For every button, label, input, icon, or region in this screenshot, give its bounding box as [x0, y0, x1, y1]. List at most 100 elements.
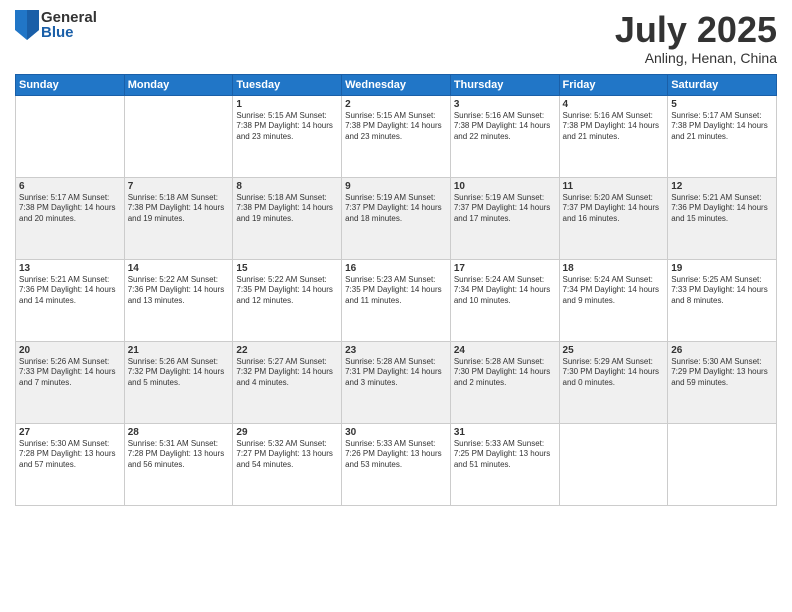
calendar-day-cell: [124, 95, 233, 177]
day-info: Sunrise: 5:21 AM Sunset: 7:36 PM Dayligh…: [19, 275, 121, 307]
day-info: Sunrise: 5:15 AM Sunset: 7:38 PM Dayligh…: [345, 111, 447, 143]
calendar-day-cell: 22Sunrise: 5:27 AM Sunset: 7:32 PM Dayli…: [233, 341, 342, 423]
day-number: 25: [563, 345, 665, 356]
calendar-day-cell: 16Sunrise: 5:23 AM Sunset: 7:35 PM Dayli…: [342, 259, 451, 341]
day-info: Sunrise: 5:17 AM Sunset: 7:38 PM Dayligh…: [671, 111, 773, 143]
day-info: Sunrise: 5:25 AM Sunset: 7:33 PM Dayligh…: [671, 275, 773, 307]
calendar-day-cell: 31Sunrise: 5:33 AM Sunset: 7:25 PM Dayli…: [450, 423, 559, 505]
day-info: Sunrise: 5:22 AM Sunset: 7:35 PM Dayligh…: [236, 275, 338, 307]
day-info: Sunrise: 5:33 AM Sunset: 7:26 PM Dayligh…: [345, 439, 447, 471]
day-number: 12: [671, 181, 773, 192]
day-info: Sunrise: 5:18 AM Sunset: 7:38 PM Dayligh…: [236, 193, 338, 225]
calendar-week-row: 1Sunrise: 5:15 AM Sunset: 7:38 PM Daylig…: [16, 95, 777, 177]
day-number: 1: [236, 99, 338, 110]
calendar-day-cell: 4Sunrise: 5:16 AM Sunset: 7:38 PM Daylig…: [559, 95, 668, 177]
day-number: 2: [345, 99, 447, 110]
day-number: 6: [19, 181, 121, 192]
day-number: 22: [236, 345, 338, 356]
month-title: July 2025: [615, 10, 777, 50]
day-info: Sunrise: 5:26 AM Sunset: 7:32 PM Dayligh…: [128, 357, 230, 389]
calendar: SundayMondayTuesdayWednesdayThursdayFrid…: [15, 74, 777, 506]
calendar-day-cell: 26Sunrise: 5:30 AM Sunset: 7:29 PM Dayli…: [668, 341, 777, 423]
day-info: Sunrise: 5:24 AM Sunset: 7:34 PM Dayligh…: [563, 275, 665, 307]
day-info: Sunrise: 5:31 AM Sunset: 7:28 PM Dayligh…: [128, 439, 230, 471]
day-info: Sunrise: 5:22 AM Sunset: 7:36 PM Dayligh…: [128, 275, 230, 307]
calendar-day-cell: 9Sunrise: 5:19 AM Sunset: 7:37 PM Daylig…: [342, 177, 451, 259]
day-number: 5: [671, 99, 773, 110]
day-number: 4: [563, 99, 665, 110]
calendar-weekday-header: Friday: [559, 74, 668, 95]
calendar-day-cell: 27Sunrise: 5:30 AM Sunset: 7:28 PM Dayli…: [16, 423, 125, 505]
calendar-week-row: 27Sunrise: 5:30 AM Sunset: 7:28 PM Dayli…: [16, 423, 777, 505]
logo-blue: Blue: [41, 25, 97, 40]
calendar-day-cell: 21Sunrise: 5:26 AM Sunset: 7:32 PM Dayli…: [124, 341, 233, 423]
calendar-day-cell: 30Sunrise: 5:33 AM Sunset: 7:26 PM Dayli…: [342, 423, 451, 505]
calendar-day-cell: 10Sunrise: 5:19 AM Sunset: 7:37 PM Dayli…: [450, 177, 559, 259]
day-info: Sunrise: 5:32 AM Sunset: 7:27 PM Dayligh…: [236, 439, 338, 471]
calendar-day-cell: 20Sunrise: 5:26 AM Sunset: 7:33 PM Dayli…: [16, 341, 125, 423]
day-number: 7: [128, 181, 230, 192]
day-number: 27: [19, 427, 121, 438]
day-info: Sunrise: 5:29 AM Sunset: 7:30 PM Dayligh…: [563, 357, 665, 389]
calendar-day-cell: 19Sunrise: 5:25 AM Sunset: 7:33 PM Dayli…: [668, 259, 777, 341]
day-info: Sunrise: 5:20 AM Sunset: 7:37 PM Dayligh…: [563, 193, 665, 225]
calendar-day-cell: 11Sunrise: 5:20 AM Sunset: 7:37 PM Dayli…: [559, 177, 668, 259]
day-number: 9: [345, 181, 447, 192]
calendar-header-row: SundayMondayTuesdayWednesdayThursdayFrid…: [16, 74, 777, 95]
day-info: Sunrise: 5:28 AM Sunset: 7:30 PM Dayligh…: [454, 357, 556, 389]
calendar-day-cell: 5Sunrise: 5:17 AM Sunset: 7:38 PM Daylig…: [668, 95, 777, 177]
day-info: Sunrise: 5:30 AM Sunset: 7:28 PM Dayligh…: [19, 439, 121, 471]
calendar-day-cell: 15Sunrise: 5:22 AM Sunset: 7:35 PM Dayli…: [233, 259, 342, 341]
day-info: Sunrise: 5:15 AM Sunset: 7:38 PM Dayligh…: [236, 111, 338, 143]
day-number: 26: [671, 345, 773, 356]
day-number: 8: [236, 181, 338, 192]
calendar-weekday-header: Tuesday: [233, 74, 342, 95]
calendar-weekday-header: Monday: [124, 74, 233, 95]
logo-icon: [15, 10, 39, 40]
calendar-weekday-header: Saturday: [668, 74, 777, 95]
header: General Blue July 2025 Anling, Henan, Ch…: [15, 10, 777, 66]
calendar-week-row: 13Sunrise: 5:21 AM Sunset: 7:36 PM Dayli…: [16, 259, 777, 341]
day-info: Sunrise: 5:24 AM Sunset: 7:34 PM Dayligh…: [454, 275, 556, 307]
day-number: 3: [454, 99, 556, 110]
calendar-day-cell: [559, 423, 668, 505]
title-block: July 2025 Anling, Henan, China: [615, 10, 777, 66]
day-number: 29: [236, 427, 338, 438]
day-info: Sunrise: 5:26 AM Sunset: 7:33 PM Dayligh…: [19, 357, 121, 389]
calendar-week-row: 6Sunrise: 5:17 AM Sunset: 7:38 PM Daylig…: [16, 177, 777, 259]
day-number: 30: [345, 427, 447, 438]
day-number: 23: [345, 345, 447, 356]
calendar-day-cell: 24Sunrise: 5:28 AM Sunset: 7:30 PM Dayli…: [450, 341, 559, 423]
calendar-day-cell: 3Sunrise: 5:16 AM Sunset: 7:38 PM Daylig…: [450, 95, 559, 177]
day-info: Sunrise: 5:16 AM Sunset: 7:38 PM Dayligh…: [563, 111, 665, 143]
calendar-day-cell: 6Sunrise: 5:17 AM Sunset: 7:38 PM Daylig…: [16, 177, 125, 259]
calendar-day-cell: [668, 423, 777, 505]
calendar-day-cell: 12Sunrise: 5:21 AM Sunset: 7:36 PM Dayli…: [668, 177, 777, 259]
calendar-day-cell: 1Sunrise: 5:15 AM Sunset: 7:38 PM Daylig…: [233, 95, 342, 177]
calendar-week-row: 20Sunrise: 5:26 AM Sunset: 7:33 PM Dayli…: [16, 341, 777, 423]
calendar-day-cell: 14Sunrise: 5:22 AM Sunset: 7:36 PM Dayli…: [124, 259, 233, 341]
day-number: 19: [671, 263, 773, 274]
day-info: Sunrise: 5:21 AM Sunset: 7:36 PM Dayligh…: [671, 193, 773, 225]
logo: General Blue: [15, 10, 97, 40]
calendar-day-cell: 28Sunrise: 5:31 AM Sunset: 7:28 PM Dayli…: [124, 423, 233, 505]
location: Anling, Henan, China: [615, 50, 777, 66]
calendar-day-cell: 29Sunrise: 5:32 AM Sunset: 7:27 PM Dayli…: [233, 423, 342, 505]
day-info: Sunrise: 5:16 AM Sunset: 7:38 PM Dayligh…: [454, 111, 556, 143]
calendar-day-cell: 23Sunrise: 5:28 AM Sunset: 7:31 PM Dayli…: [342, 341, 451, 423]
logo-text: General Blue: [41, 10, 97, 40]
page: General Blue July 2025 Anling, Henan, Ch…: [0, 0, 792, 612]
day-number: 17: [454, 263, 556, 274]
calendar-day-cell: 8Sunrise: 5:18 AM Sunset: 7:38 PM Daylig…: [233, 177, 342, 259]
day-info: Sunrise: 5:27 AM Sunset: 7:32 PM Dayligh…: [236, 357, 338, 389]
calendar-day-cell: 13Sunrise: 5:21 AM Sunset: 7:36 PM Dayli…: [16, 259, 125, 341]
day-number: 20: [19, 345, 121, 356]
calendar-weekday-header: Sunday: [16, 74, 125, 95]
day-info: Sunrise: 5:30 AM Sunset: 7:29 PM Dayligh…: [671, 357, 773, 389]
day-info: Sunrise: 5:23 AM Sunset: 7:35 PM Dayligh…: [345, 275, 447, 307]
logo-general: General: [41, 10, 97, 25]
day-info: Sunrise: 5:17 AM Sunset: 7:38 PM Dayligh…: [19, 193, 121, 225]
day-number: 28: [128, 427, 230, 438]
calendar-day-cell: 18Sunrise: 5:24 AM Sunset: 7:34 PM Dayli…: [559, 259, 668, 341]
day-info: Sunrise: 5:33 AM Sunset: 7:25 PM Dayligh…: [454, 439, 556, 471]
